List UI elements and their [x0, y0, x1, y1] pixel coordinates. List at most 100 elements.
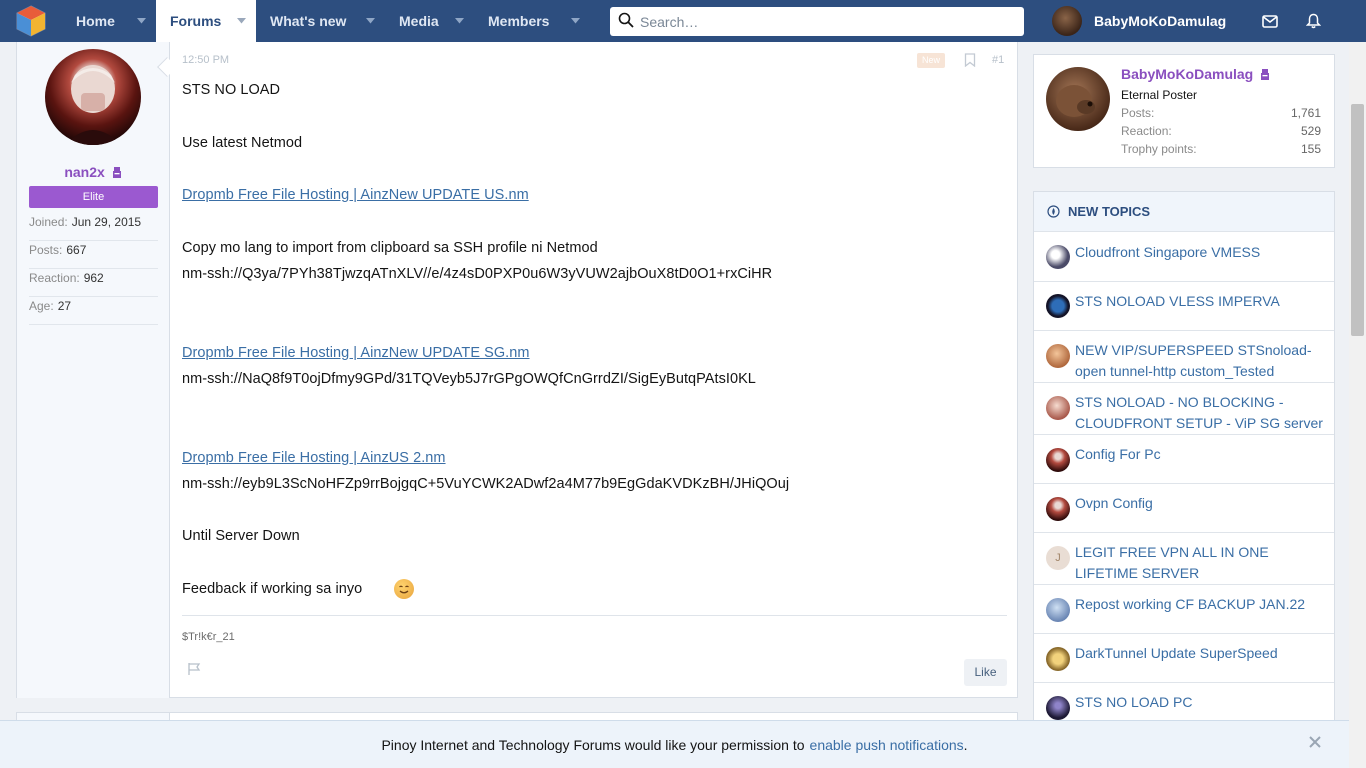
user-info-row: Posts: 667 — [29, 241, 158, 269]
nav-tab-forums[interactable]: Forums — [156, 0, 256, 42]
new-topics-widget: NEW TOPICS Cloudfront Singapore VMESS ST… — [1033, 191, 1335, 768]
file-link[interactable]: Dropmb Free File Hosting | AinzNew UPDAT… — [182, 345, 530, 361]
post-text-line: Use latest Netmod — [182, 135, 303, 151]
flame-icon — [1046, 205, 1060, 219]
post-text-line: Until Server Down — [182, 528, 300, 544]
post-text-line: nm-ssh://eyb9L3ScNoHFZp9rrBojgqC+5VuYCWK… — [182, 476, 790, 492]
post-number[interactable]: #1 — [992, 54, 1004, 66]
nav-tab-home[interactable]: Home — [62, 0, 156, 42]
post-author-name-text[interactable]: nan2x — [64, 164, 104, 180]
scrollbar-thumb[interactable] — [1351, 104, 1364, 336]
chevron-down-icon[interactable] — [365, 16, 375, 26]
nav-tab-media[interactable]: Media — [385, 0, 474, 42]
info-value: 667 — [66, 243, 87, 257]
nav-tab-label: Media — [399, 13, 439, 29]
push-notification-notice: Pinoy Internet and Technology Forums wou… — [0, 720, 1349, 768]
nav-tab-whats-new[interactable]: What's new — [256, 0, 385, 42]
signature-divider — [182, 615, 1007, 616]
avatar[interactable] — [1046, 448, 1070, 472]
topic-item[interactable]: Ovpn Config — [1034, 484, 1334, 533]
account-username[interactable]: BabyMoKoDamulag — [1094, 13, 1226, 29]
topic-item[interactable]: STS NOLOAD - NO BLOCKING - CLOUDFRONT SE… — [1034, 383, 1334, 435]
info-label: Reaction: — [29, 271, 80, 285]
avatar[interactable] — [1046, 245, 1070, 269]
stat-label: Posts: — [1121, 106, 1155, 120]
info-value: 27 — [57, 299, 72, 313]
search-box[interactable] — [610, 7, 1024, 36]
topic-title[interactable]: DarkTunnel Update SuperSpeed — [1075, 643, 1325, 664]
topic-title[interactable]: LEGIT FREE VPN ALL IN ONE LIFETIME SERVE… — [1075, 542, 1325, 584]
user-info-row: Reaction: 962 — [29, 269, 158, 297]
avatar[interactable] — [1046, 598, 1070, 622]
file-link[interactable]: Dropmb Free File Hosting | AinzUS 2.nm — [182, 450, 446, 466]
topic-title[interactable]: Cloudfront Singapore VMESS — [1075, 242, 1325, 263]
avatar[interactable] — [1046, 67, 1110, 131]
post-author-name[interactable]: nan2x — [17, 164, 170, 182]
chevron-down-icon[interactable] — [236, 16, 246, 26]
nav-tab-members[interactable]: Members — [474, 0, 590, 42]
chevron-down-icon[interactable] — [570, 16, 580, 26]
avatar[interactable]: J — [1046, 546, 1070, 570]
stat-label: Reaction: — [1121, 124, 1172, 138]
post-timestamp[interactable]: 12:50 PM — [182, 54, 229, 66]
topic-item[interactable]: NEW VIP/SUPERSPEED STSnoload-open tunnel… — [1034, 331, 1334, 383]
topic-title[interactable]: Config For Pc — [1075, 444, 1325, 465]
new-topics-heading: NEW TOPICS — [1034, 192, 1334, 232]
avatar[interactable] — [1046, 647, 1070, 671]
search-input[interactable] — [634, 8, 1024, 35]
flag-icon[interactable] — [187, 662, 201, 676]
like-button[interactable]: Like — [964, 659, 1007, 686]
post-text-line: STS NO LOAD — [182, 82, 281, 98]
search-icon — [618, 12, 634, 32]
chevron-down-icon[interactable] — [454, 16, 464, 26]
user-info-row: Age: 27 — [29, 297, 158, 325]
avatar[interactable] — [1046, 344, 1070, 368]
push-notice-end: . — [963, 736, 968, 753]
avatar[interactable] — [45, 49, 141, 145]
user-title-badge: Elite — [29, 186, 158, 208]
stat-value: 155 — [1300, 142, 1321, 156]
staff-badge-icon — [111, 166, 123, 182]
visitor-name-text[interactable]: BabyMoKoDamulag — [1121, 66, 1253, 82]
topic-item[interactable]: Cloudfront Singapore VMESS — [1034, 233, 1334, 282]
topic-item[interactable]: J LEGIT FREE VPN ALL IN ONE LIFETIME SER… — [1034, 533, 1334, 585]
topic-title[interactable]: Repost working CF BACKUP JAN.22 — [1075, 594, 1325, 615]
nav-tab-label: Home — [76, 13, 115, 29]
avatar[interactable] — [1046, 396, 1070, 420]
post-text-line: nm-ssh://NaQ8f9T0ojDfmy9GPd/31TQVeyb5J7r… — [182, 371, 756, 387]
stat-value: 529 — [1300, 124, 1321, 138]
bell-icon[interactable] — [1304, 12, 1322, 30]
close-icon[interactable] — [1309, 735, 1323, 749]
info-value: Jun 29, 2015 — [71, 215, 142, 229]
envelope-icon[interactable] — [1261, 12, 1279, 30]
topic-title[interactable]: STS NOLOAD VLESS IMPERVA — [1075, 291, 1325, 312]
bookmark-icon[interactable] — [964, 53, 976, 68]
avatar[interactable] — [1046, 294, 1070, 318]
topic-item[interactable]: Config For Pc — [1034, 435, 1334, 484]
post-content: 12:50 PM New #1 STS NO LOAD Use latest N… — [182, 42, 1007, 698]
enable-push-link[interactable]: enable push notifications — [810, 737, 964, 753]
site-logo-icon[interactable] — [0, 0, 62, 42]
topic-title[interactable]: Ovpn Config — [1075, 493, 1325, 514]
avatar[interactable] — [1046, 497, 1070, 521]
nav-tab-label: Forums — [170, 13, 222, 29]
chevron-down-icon[interactable] — [136, 16, 146, 26]
info-label: Posts: — [29, 243, 63, 257]
push-notice-text: Pinoy Internet and Technology Forums wou… — [381, 736, 805, 753]
topic-title[interactable]: STS NO LOAD PC — [1075, 692, 1325, 713]
visitor-stat: Posts: 1,761 — [1121, 106, 1321, 120]
visitor-name[interactable]: BabyMoKoDamulag — [1121, 66, 1271, 84]
avatar[interactable] — [1046, 696, 1070, 720]
nav-tab-label: Members — [488, 13, 550, 29]
topic-item[interactable]: DarkTunnel Update SuperSpeed — [1034, 634, 1334, 683]
visitor-card: BabyMoKoDamulag Eternal Poster Posts: 1,7… — [1033, 54, 1335, 168]
topic-title[interactable]: NEW VIP/SUPERSPEED STSnoload-open tunnel… — [1075, 340, 1325, 382]
topic-title[interactable]: STS NOLOAD - NO BLOCKING - CLOUDFRONT SE… — [1075, 392, 1325, 434]
topic-item[interactable]: STS NOLOAD VLESS IMPERVA — [1034, 282, 1334, 331]
avatar[interactable] — [1052, 6, 1082, 36]
page-scrollbar[interactable] — [1349, 42, 1366, 768]
topic-item[interactable]: Repost working CF BACKUP JAN.22 — [1034, 585, 1334, 634]
account-menu[interactable]: BabyMoKoDamulag — [1052, 0, 1226, 42]
file-link[interactable]: Dropmb Free File Hosting | AinzNew UPDAT… — [182, 187, 529, 203]
post-text-line: Copy mo lang to import from clipboard sa… — [182, 240, 598, 256]
